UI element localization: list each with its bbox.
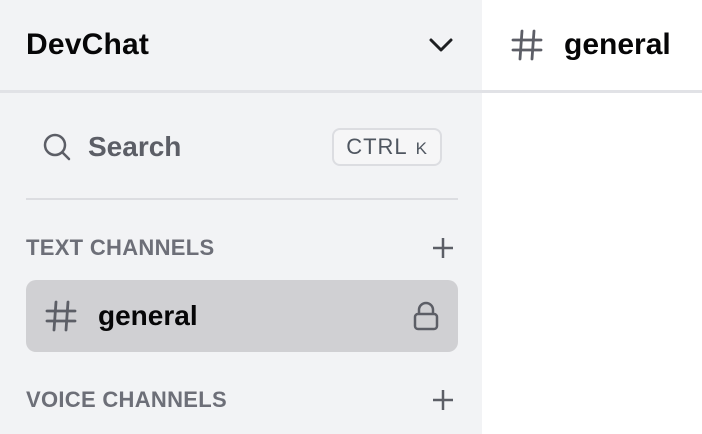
search-bar[interactable]: Search CTRL K — [26, 118, 458, 176]
plus-icon[interactable] — [428, 385, 458, 415]
chevron-down-icon[interactable] — [428, 37, 454, 53]
shortcut-ctrl: CTRL — [346, 134, 408, 159]
plus-icon[interactable] — [428, 233, 458, 263]
category-text-channels: TEXT CHANNELS — [26, 228, 458, 268]
channel-header: general — [482, 0, 702, 90]
channel-title: general — [564, 28, 671, 61]
channel-item-general[interactable]: general — [26, 280, 458, 352]
server-name: DevChat — [26, 28, 150, 61]
category-label: VOICE CHANNELS — [26, 387, 227, 412]
sidebar: DevChat Search CTRL K TEXT CHANNELS gene… — [0, 0, 482, 434]
search-shortcut-badge: CTRL K — [332, 128, 442, 166]
search-label: Search — [88, 131, 182, 162]
hash-icon — [44, 298, 80, 334]
hash-icon — [510, 27, 546, 63]
server-header[interactable]: DevChat — [0, 0, 482, 90]
lock-icon — [410, 300, 442, 332]
search-divider — [26, 198, 458, 200]
category-voice-channels: VOICE CHANNELS — [26, 380, 458, 420]
shortcut-key: K — [415, 139, 428, 158]
header-divider — [0, 90, 702, 93]
channel-name: general — [98, 300, 198, 331]
search-icon — [42, 132, 72, 162]
category-label: TEXT CHANNELS — [26, 235, 215, 260]
app-window: DevChat Search CTRL K TEXT CHANNELS gene… — [0, 0, 702, 434]
